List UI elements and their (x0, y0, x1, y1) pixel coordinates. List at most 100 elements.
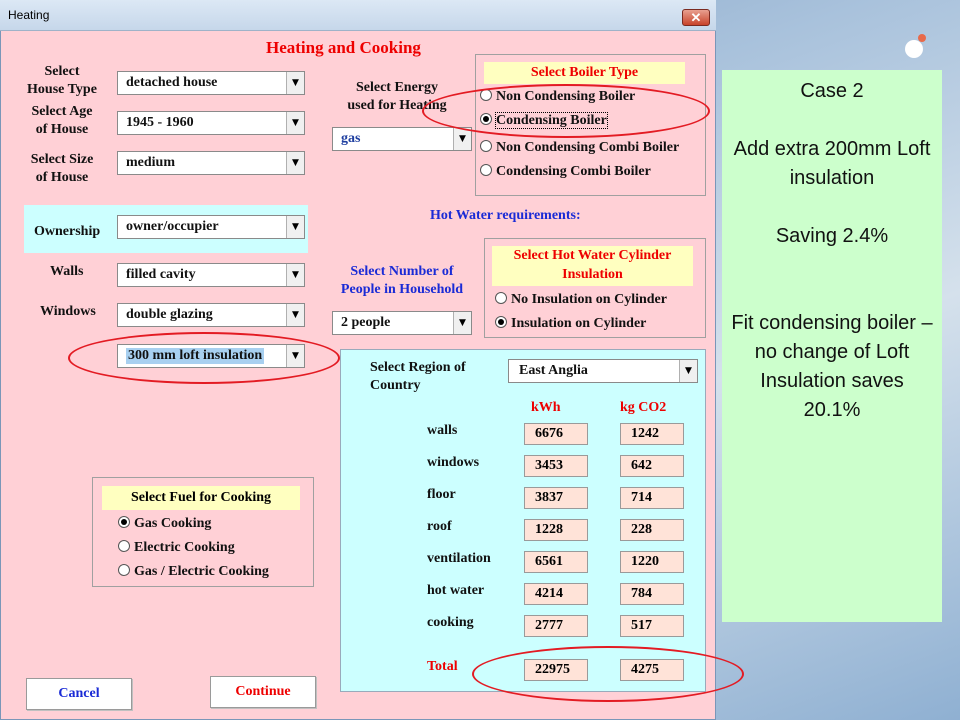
result-label-hot-water: hot water (427, 583, 485, 598)
result-kwh-cooking: 2777 (524, 615, 588, 637)
option-label: Insulation on Cylinder (511, 316, 647, 331)
total-label: Total (427, 659, 458, 674)
dropdown-arrow-icon[interactable]: ▼ (286, 112, 304, 134)
radio-button[interactable] (480, 140, 492, 152)
house-size-label: Select Size of House (30, 152, 94, 185)
note-saving-text: Saving 2.4% (775, 225, 889, 247)
result-kwh-ventilation: 6561 (524, 551, 588, 573)
ownership-label: Ownership (34, 224, 101, 239)
region-select[interactable]: East Anglia ▼ (508, 359, 698, 383)
cooking-option-gas-electric[interactable]: Gas / Electric Cooking (118, 564, 269, 580)
result-kwh-walls: 6676 (524, 423, 588, 445)
windows-select[interactable]: double glazing ▼ (117, 303, 305, 327)
option-label: No Insulation on Cylinder (511, 292, 667, 307)
people-select[interactable]: 2 people ▼ (332, 311, 472, 335)
cylinder-insulation-title: Select Hot Water Cylinder Insulation (492, 246, 693, 286)
cooking-fuel-title: Select Fuel for Cooking (102, 486, 300, 510)
background-balloon (918, 34, 926, 42)
boiler-type-title: Select Boiler Type (484, 62, 685, 84)
radio-button[interactable] (118, 540, 130, 552)
page-heading: Heating and Cooking (266, 38, 421, 57)
house-age-select[interactable]: 1945 - 1960 ▼ (117, 111, 305, 135)
boiler-option-condensing-combi[interactable]: Condensing Combi Boiler (480, 164, 651, 180)
result-kwh-roof: 1228 (524, 519, 588, 541)
energy-value: gas (341, 131, 361, 146)
annotation-oval-loft (68, 332, 340, 384)
windows-label: Windows (40, 304, 96, 319)
result-label-floor: floor (427, 487, 456, 502)
result-label-ventilation: ventilation (427, 551, 491, 566)
option-label: Gas / Electric Cooking (134, 564, 269, 579)
walls-select[interactable]: filled cavity ▼ (117, 263, 305, 287)
house-age-value: 1945 - 1960 (126, 115, 194, 130)
radio-button[interactable] (480, 164, 492, 176)
boiler-option-non-condensing-combi[interactable]: Non Condensing Combi Boiler (480, 140, 679, 156)
dropdown-arrow-icon[interactable]: ▼ (286, 216, 304, 238)
house-type-value: detached house (126, 75, 218, 90)
result-label-cooking: cooking (427, 615, 474, 630)
result-kwh-windows: 3453 (524, 455, 588, 477)
result-label-windows: windows (427, 455, 480, 470)
walls-label: Walls (50, 264, 84, 279)
result-kwh-hot-water: 4214 (524, 583, 588, 605)
result-co2-cooking: 517 (620, 615, 684, 637)
result-label-roof: roof (427, 519, 452, 534)
radio-button-selected[interactable] (495, 316, 507, 328)
ownership-value: owner/occupier (126, 219, 219, 234)
result-co2-ventilation: 1220 (620, 551, 684, 573)
walls-value: filled cavity (126, 267, 196, 282)
background-balloon (905, 40, 923, 58)
cooking-option-electric[interactable]: Electric Cooking (118, 540, 235, 556)
dropdown-arrow-icon[interactable]: ▼ (453, 312, 471, 334)
cancel-button[interactable]: Cancel (26, 678, 132, 710)
annotation-oval-boiler (422, 84, 710, 138)
result-label-walls: walls (427, 423, 458, 438)
dropdown-arrow-icon[interactable]: ▼ (286, 72, 304, 94)
radio-button[interactable] (495, 292, 507, 304)
windows-value: double glazing (126, 307, 213, 322)
kwh-column-header: kWh (531, 400, 561, 415)
dropdown-arrow-icon[interactable]: ▼ (286, 264, 304, 286)
ownership-select[interactable]: owner/occupier ▼ (117, 215, 305, 239)
co2-column-header: kg CO2 (620, 400, 667, 415)
dropdown-arrow-icon[interactable]: ▼ (286, 152, 304, 174)
dropdown-arrow-icon[interactable]: ▼ (679, 360, 697, 382)
title-bar (0, 0, 716, 31)
annotation-oval-total (472, 646, 744, 702)
house-age-label: Select Age of House (31, 104, 93, 137)
people-label: Select Number of People in Household (340, 264, 464, 297)
radio-button[interactable] (118, 564, 130, 576)
cylinder-option-insulated[interactable]: Insulation on Cylinder (495, 316, 646, 332)
note-boiler-text: Fit condensing boiler – no change of Lof… (731, 312, 933, 421)
dropdown-arrow-icon[interactable]: ▼ (286, 304, 304, 326)
note-loft-text: Add extra 200mm Loft insulation (733, 138, 931, 189)
house-type-select[interactable]: detached house ▼ (117, 71, 305, 95)
region-value: East Anglia (519, 363, 588, 378)
case-note-panel: Case 2 Add extra 200mm Loft insulation S… (722, 70, 942, 622)
house-size-value: medium (126, 155, 175, 170)
result-co2-floor: 714 (620, 487, 684, 509)
region-label: Select Region of Country (370, 360, 466, 393)
note-case-title: Case 2 (800, 80, 864, 102)
continue-button[interactable]: Continue (210, 676, 316, 708)
result-co2-hot-water: 784 (620, 583, 684, 605)
hot-water-heading: Hot Water requirements: (430, 208, 581, 223)
result-co2-roof: 228 (620, 519, 684, 541)
option-label: Non Condensing Combi Boiler (496, 140, 680, 155)
cylinder-option-none[interactable]: No Insulation on Cylinder (495, 292, 667, 308)
option-label: Condensing Combi Boiler (496, 164, 651, 179)
close-button[interactable]: ✕ (682, 9, 710, 26)
option-label: Gas Cooking (134, 516, 212, 531)
result-kwh-floor: 3837 (524, 487, 588, 509)
window-title: Heating (8, 8, 50, 22)
option-label: Electric Cooking (134, 540, 235, 555)
house-size-select[interactable]: medium ▼ (117, 151, 305, 175)
energy-select[interactable]: gas ▼ (332, 127, 472, 151)
cooking-option-gas[interactable]: Gas Cooking (118, 516, 211, 532)
result-co2-windows: 642 (620, 455, 684, 477)
house-type-label: Select House Type (27, 64, 97, 97)
result-co2-walls: 1242 (620, 423, 684, 445)
people-value: 2 people (341, 315, 391, 330)
dropdown-arrow-icon[interactable]: ▼ (453, 128, 471, 150)
radio-button-selected[interactable] (118, 516, 130, 528)
